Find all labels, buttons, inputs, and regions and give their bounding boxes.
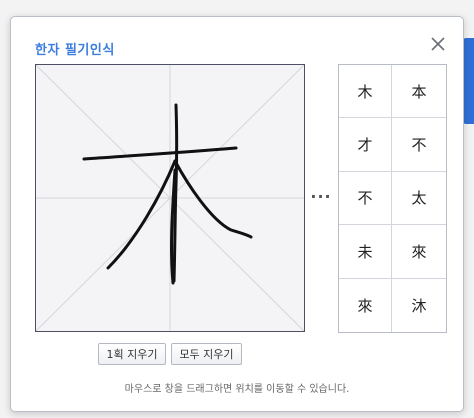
candidate-char[interactable]: 本 bbox=[392, 65, 446, 119]
candidate-char[interactable]: 木 bbox=[339, 65, 392, 119]
handwriting-dialog[interactable]: 한자 필기인식 ··· 木 本 才 不 不 太 未 來 來 沐 1획 지우기 모… bbox=[10, 16, 464, 412]
candidate-char[interactable]: 太 bbox=[392, 172, 446, 226]
candidate-char[interactable]: 不 bbox=[339, 171, 392, 226]
canvas-guide-lines bbox=[36, 65, 304, 331]
candidate-char[interactable]: 不 bbox=[392, 118, 446, 172]
dialog-title: 한자 필기인식 bbox=[35, 43, 115, 58]
side-tab[interactable] bbox=[463, 38, 474, 124]
candidate-grid: 木 本 才 不 不 太 未 來 來 沐 bbox=[338, 64, 447, 333]
more-candidates-indicator: ··· bbox=[310, 187, 332, 206]
candidate-char[interactable]: 才 bbox=[339, 118, 392, 172]
drawn-strokes bbox=[82, 103, 253, 285]
candidate-char[interactable]: 來 bbox=[392, 225, 446, 279]
clear-all-button[interactable]: 모두 지우기 bbox=[171, 343, 242, 365]
candidate-char[interactable]: 未 bbox=[339, 225, 392, 279]
handwriting-canvas[interactable] bbox=[35, 64, 305, 332]
candidate-char[interactable]: 沐 bbox=[392, 279, 446, 332]
undo-stroke-button[interactable]: 1획 지우기 bbox=[98, 343, 166, 365]
drag-hint-text: 마우스로 창을 드래그하면 위치를 이동할 수 있습니다. bbox=[124, 384, 350, 395]
close-icon[interactable] bbox=[427, 33, 449, 55]
candidate-char[interactable]: 來 bbox=[339, 278, 392, 332]
